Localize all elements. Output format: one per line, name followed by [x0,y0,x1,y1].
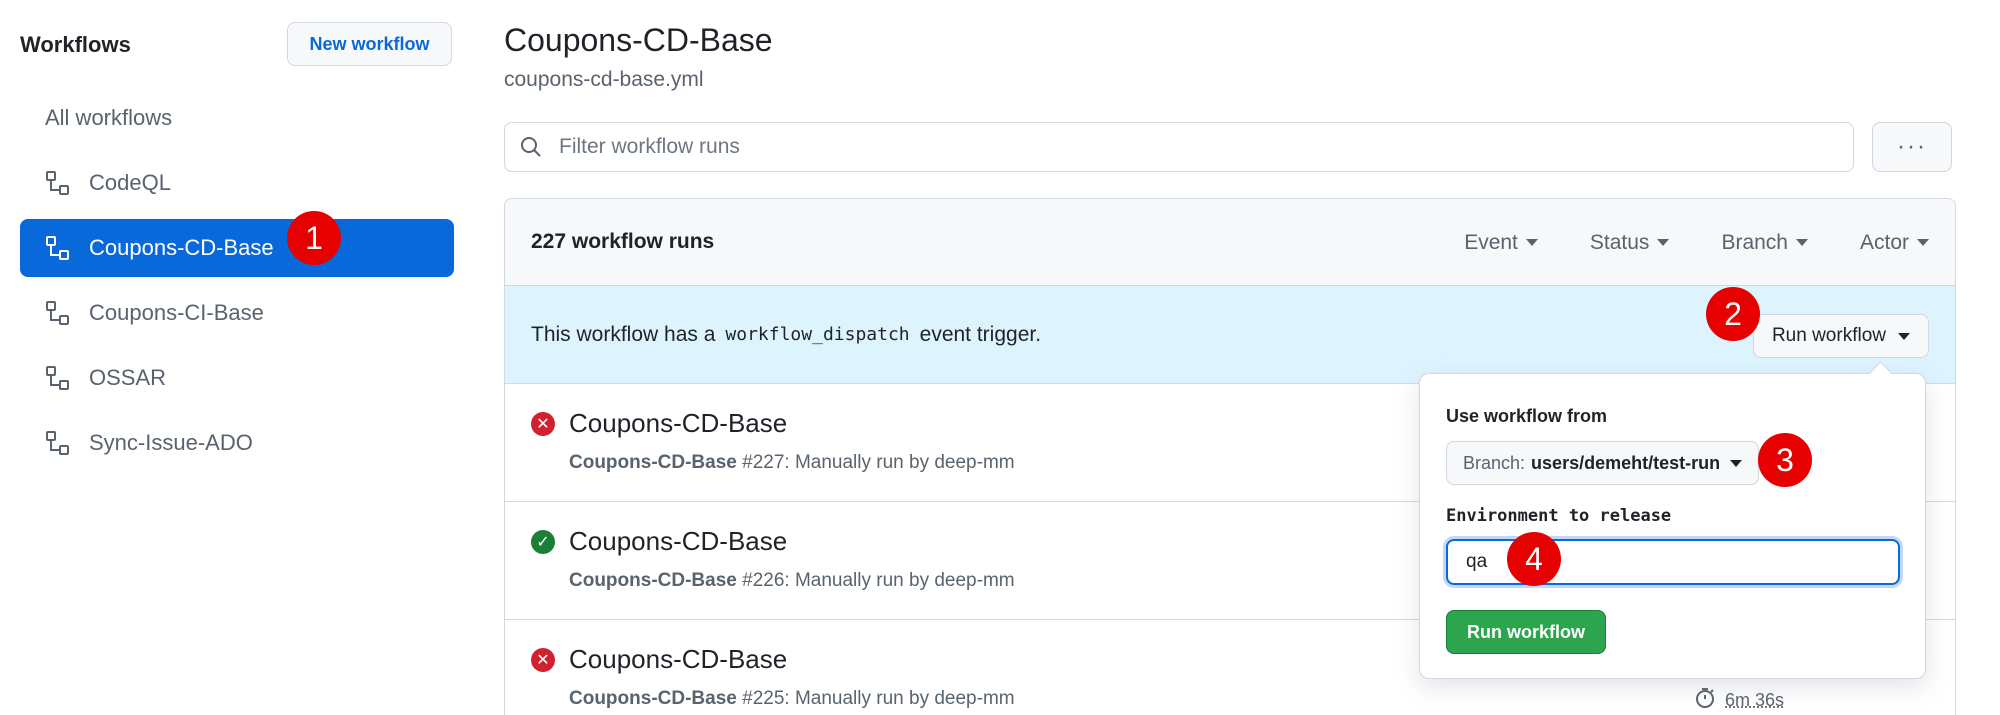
run-meta: Coupons-CD-Base #226: Manually run by de… [569,570,1015,591]
dispatch-text-after: event trigger. [919,322,1042,346]
more-options-button[interactable]: ··· [1872,122,1952,172]
run-title[interactable]: Coupons-CD-Base [569,526,787,557]
run-workflow-popover: Use workflow from Branch: users/demeht/t… [1419,373,1926,679]
success-icon: ✓ [531,530,555,554]
run-duration: 6m 36s [1693,686,1784,715]
environment-label: Environment to release [1446,506,1672,526]
branch-value: users/demeht/test-run [1531,452,1721,473]
sidebar-item-label: CodeQL [89,170,171,195]
caret-down-icon [1795,239,1808,246]
filter-runs-input[interactable]: Filter workflow runs [504,122,1854,172]
step-badge-3: 3 [1758,433,1812,487]
run-workflow-label: Run workflow [1771,325,1886,346]
workflow-icon [45,170,71,196]
caret-down-icon [1917,239,1929,246]
filter-actor-dropdown[interactable]: Actor [1860,231,1929,255]
dispatch-text-before: This workflow has a [531,322,716,346]
filter-branch-dropdown[interactable]: Branch [1721,231,1808,255]
workflow-list: All workflows CodeQL Coupons-CD-Base Cou… [20,89,454,479]
workflow-file-link[interactable]: coupons-cd-base.yml [504,68,704,92]
duration-text: 6m 36s [1725,690,1785,710]
runs-header: 227 workflow runs Event Status Branch Ac… [505,199,1955,286]
run-workflow-submit-button[interactable]: Run workflow [1446,610,1606,654]
filter-placeholder: Filter workflow runs [559,135,740,158]
filter-status-dropdown[interactable]: Status [1590,231,1670,255]
workflow-icon [45,430,71,456]
page-title: Coupons-CD-Base [504,22,773,58]
run-workflow-dropdown-button[interactable]: Run workflow [1752,314,1929,358]
sidebar-item-coupons-ci-base[interactable]: Coupons-CI-Base [20,284,454,342]
dispatch-code: workflow_dispatch [725,324,910,345]
branch-prefix: Branch: [1463,452,1526,473]
sidebar-item-codeql[interactable]: CodeQL [20,154,454,212]
workflow-icon [45,235,71,261]
sidebar-item-ossar[interactable]: OSSAR [20,349,454,407]
use-workflow-from-label: Use workflow from [1446,406,1608,426]
run-title[interactable]: Coupons-CD-Base [569,408,787,439]
search-icon [519,135,543,159]
step-badge-4: 4 [1507,532,1561,586]
failure-icon: ✕ [531,648,555,672]
sidebar-title: Workflows [20,32,131,57]
workflow-icon [45,365,71,391]
stopwatch-icon [1693,686,1717,715]
failure-icon: ✕ [531,412,555,436]
run-meta: Coupons-CD-Base #225: Manually run by de… [569,688,1015,709]
run-title[interactable]: Coupons-CD-Base [569,644,787,675]
sidebar-item-label: Coupons-CI-Base [89,300,264,325]
step-badge-2: 2 [1706,287,1760,341]
run-meta: Coupons-CD-Base #227: Manually run by de… [569,452,1015,473]
branch-select[interactable]: Branch: users/demeht/test-run [1446,441,1760,485]
sidebar-item-label: Coupons-CD-Base [89,235,274,260]
new-workflow-button[interactable]: New workflow [287,22,452,66]
caret-down-icon [1898,332,1910,340]
sidebar-item-label: Sync-Issue-ADO [89,430,253,455]
runs-filters: Event Status Branch Actor [1464,199,1929,286]
runs-count: 227 workflow runs [531,230,715,253]
sidebar-item-sync-issue-ado[interactable]: Sync-Issue-ADO [20,414,454,472]
workflow-icon [45,300,71,326]
caret-down-icon [1730,459,1743,467]
caret-down-icon [1525,239,1538,246]
step-badge-1: 1 [287,211,341,265]
sidebar-item-label: All workflows [45,105,173,130]
sidebar-item-label: OSSAR [89,365,167,390]
filter-event-dropdown[interactable]: Event [1464,231,1538,255]
caret-down-icon [1657,239,1670,246]
sidebar-item-all-workflows[interactable]: All workflows [20,89,454,147]
sidebar-item-coupons-cd-base[interactable]: Coupons-CD-Base [20,219,454,277]
